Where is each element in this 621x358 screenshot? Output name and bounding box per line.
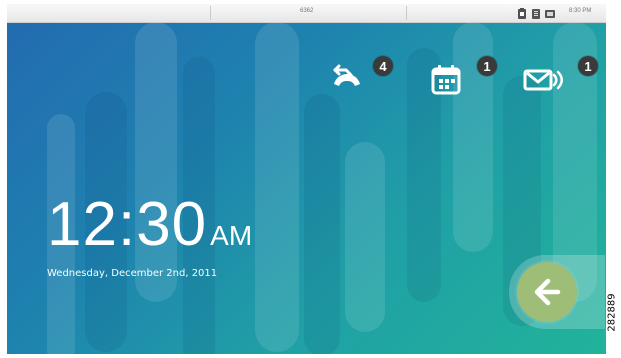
- back-button[interactable]: [517, 262, 577, 322]
- network-icon: [544, 7, 556, 19]
- status-bar: 6362 8:30 PM: [7, 4, 606, 23]
- background-bar: [345, 142, 385, 332]
- figure-id-watermark: 282889: [606, 270, 619, 354]
- status-divider-left: [210, 6, 211, 20]
- status-center-text: 6362: [300, 8, 314, 14]
- clock-time: 12:30: [47, 190, 208, 259]
- signal-icon: [530, 7, 542, 19]
- phone-missed-call-icon: [327, 60, 365, 98]
- arrow-left-icon: [530, 275, 564, 309]
- device-screen: 6362 8:30 PM 4 1 1 12:30 AM Wednesday, D…: [7, 4, 606, 354]
- battery-icon: [516, 7, 528, 19]
- clock-ampm: AM: [210, 220, 253, 251]
- voicemail-icon: [522, 63, 564, 97]
- status-time: 8:30 PM: [569, 8, 592, 14]
- calendar-icon: [429, 63, 463, 97]
- background-bar: [255, 22, 299, 352]
- clock-widget: 12:30 AM Wednesday, December 2nd, 2011: [47, 190, 253, 280]
- figure-id-text: 282889: [607, 292, 618, 332]
- calendar-notification[interactable]: 1: [425, 52, 497, 102]
- clock-date: Wednesday, December 2nd, 2011: [47, 268, 218, 279]
- background-bar: [304, 94, 340, 354]
- calendar-count-badge: 1: [477, 56, 497, 76]
- voicemail-notification[interactable]: 1: [522, 52, 598, 102]
- missed-call-count-badge: 4: [373, 56, 393, 76]
- status-divider-right: [406, 6, 407, 20]
- missed-call-notification[interactable]: 4: [327, 52, 397, 102]
- voicemail-count-badge: 1: [578, 56, 598, 76]
